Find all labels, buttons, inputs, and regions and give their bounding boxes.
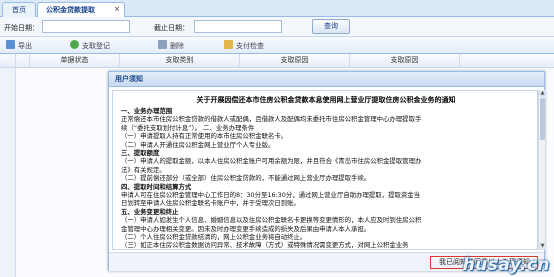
notice-line: 正常偿还本市住房公积金贷款的借款人或配偶，且借款人及配偶均未委托市住房公积金管理… <box>121 115 422 124</box>
notice-content: 关于开展因偿还本市住房公积金贷款本息使用网上营业厅提取住房公积金业务的通知 一、… <box>112 90 538 250</box>
tab-home-label: 首页 <box>12 6 26 14</box>
export-label: 导出 <box>18 42 32 50</box>
start-date-label: 开始日期： <box>4 24 39 32</box>
tab-loan-withdrawal-label: 公积金贷款提取 <box>46 6 95 14</box>
scroll-down-icon[interactable]: ▼ <box>539 243 546 250</box>
notice-line: （三）如正本住房公积金数据访问异常、技术故障（方式）或特殊情况需变更方式，对网上… <box>121 241 409 250</box>
tab-home[interactable]: 首页 <box>2 2 36 17</box>
delete-label: 删除 <box>170 42 184 50</box>
tab-loan-withdrawal[interactable]: 公积金贷款提取 × <box>37 2 125 18</box>
check-label: 支付检查 <box>236 42 264 50</box>
close-icon[interactable]: × <box>113 6 121 14</box>
notice-line: （一）申请提取人持有正常使用的本市住房公积金联名卡。 <box>121 132 288 141</box>
notice-line: （一）申请人的提取金额，以本人住房公积金账户可用余额为限，并且符合《青岛市住房公… <box>121 157 422 166</box>
end-date-field[interactable] <box>194 20 282 33</box>
column-header-status[interactable]: 单据状态 <box>30 54 120 68</box>
check-button[interactable]: 支付检查 <box>224 40 264 52</box>
notice-line: 日划转至申请人住房公积金联名卡账户中，并于受理次日到账。 <box>121 199 300 208</box>
delete-icon <box>158 40 167 49</box>
end-date-label: 截止日期： <box>154 24 189 32</box>
notice-heading: 关于开展因偿还本市住房公积金贷款本息使用网上营业厅提取住房公积金业务的通知 <box>196 96 456 104</box>
export-button[interactable]: 导出 <box>6 40 32 52</box>
user-notice-dialog: 用户须知 关于开展因偿还本市住房公积金贷款本息使用网上营业厅提取住房公积金业务的… <box>108 71 546 271</box>
notice-section-heading: 五、业务变更和终止 <box>121 207 179 216</box>
notice-scrollbar[interactable]: ▲ ▼ <box>538 90 546 250</box>
search-form: 开始日期： 截止日期： 查询 <box>0 17 554 37</box>
notice-line: （二）提前偿还部分（或全部）住房公积金贷款的，不能通过网上营业厅办理提取手续。 <box>121 174 371 183</box>
start-date-field[interactable] <box>42 20 130 33</box>
notice-section-heading: 一、业务办理范围 <box>121 107 173 115</box>
notice-line: （二）申请人开通住房公积金网上营业厅个人专业版。 <box>121 140 275 149</box>
query-button[interactable]: 查询 <box>312 19 350 34</box>
delete-button[interactable]: 删除 <box>158 40 184 52</box>
watermark: husay.cn <box>462 255 550 275</box>
notice-line: （二）个人住房公积金贷款结清的，网上公积金业务将自动终止。 <box>121 233 307 241</box>
register-label: 支取登记 <box>82 42 110 50</box>
notice-section-heading: 三、提取额度 <box>121 149 160 157</box>
rownum-column <box>0 68 16 277</box>
notice-line: （一）申请人如发生个人信息、婚姻信息以及住房公积金联名卡更换等变更情形的，本人应… <box>121 216 422 225</box>
notice-section-heading: 四、提取时间和结算方式 <box>121 182 192 191</box>
add-icon <box>70 40 79 49</box>
toolbar: 导出 支取登记 删除 支付检查 <box>0 37 554 54</box>
tab-bar: 首页 公积金贷款提取 × <box>0 0 554 18</box>
notice-line: 申请人可在住房公积金管理中心工作日的8：30分至16:30分，通过网上营业厅自助… <box>121 191 421 199</box>
column-header-reason-2[interactable]: 支取原因 <box>350 54 460 68</box>
notice-line: 金管理中心办理相关变更。因未及时办理变更手续造成的损失及后果由申请人本人承担。 <box>121 224 371 233</box>
notice-line: 法》有关规定。 <box>121 165 166 174</box>
notice-line: 续（“委托支取划付计息”）。 二、业务办理条件 <box>121 123 255 132</box>
select-all-checkbox[interactable] <box>16 54 30 68</box>
grid-header: 单据状态 支取类别 支取原因 支取原因 <box>0 54 554 68</box>
register-button[interactable]: 支取登记 <box>70 40 110 52</box>
dialog-title: 用户须知 <box>109 72 544 87</box>
column-header-category[interactable]: 支取类别 <box>120 54 240 68</box>
scroll-up-icon[interactable]: ▲ <box>539 90 546 97</box>
rownum-header <box>0 54 16 68</box>
export-icon <box>6 40 15 49</box>
column-header-reason[interactable]: 支取原因 <box>240 54 350 68</box>
scroll-thumb[interactable] <box>540 98 545 140</box>
check-icon <box>224 40 233 49</box>
